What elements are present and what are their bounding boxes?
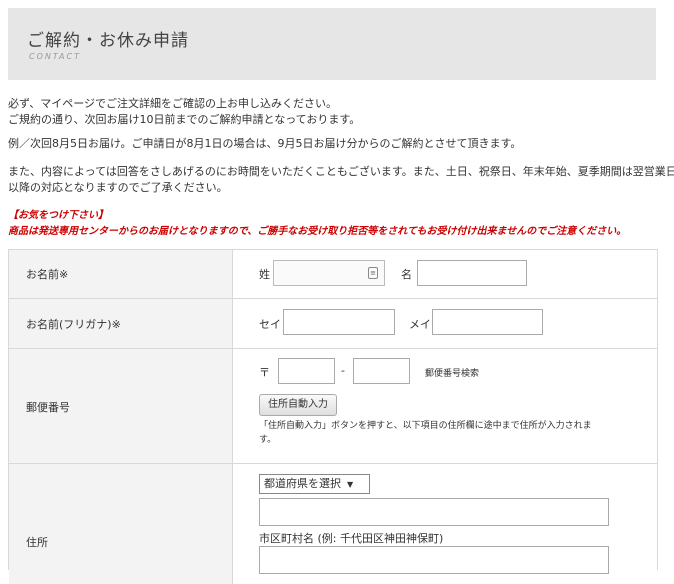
form-field-cell: セイ メイ bbox=[233, 299, 657, 348]
postal-dash: - bbox=[341, 364, 345, 377]
intro-line: ご規約の通り、次回お届け10日前までのご解約申請となっております。 bbox=[8, 113, 361, 126]
notice-text: 商品は発送専用センターからのお届けとなりますので、ご勝手なお受け取り拒否等をされ… bbox=[8, 226, 627, 237]
intro-line: また、内容によっては回答をさしあげるのにお時間をいただくこともございます。また、… bbox=[8, 165, 674, 178]
postal-mark: 〒 bbox=[259, 366, 270, 379]
first-name-kana-input[interactable] bbox=[432, 309, 543, 335]
auto-address-button[interactable]: 住所自動入力 bbox=[259, 394, 337, 416]
form-field-cell: 姓 ≡ 名 bbox=[233, 250, 657, 298]
postal-hint-line: 「住所自動入力」ボタンを押すと、以下項目の住所欄に途中まで住所が入力されま bbox=[259, 421, 592, 431]
address-label: 住所 bbox=[26, 536, 48, 549]
postal-hint: 「住所自動入力」ボタンを押すと、以下項目の住所欄に途中まで住所が入力されま す。 bbox=[259, 419, 592, 447]
last-name-kana-input[interactable] bbox=[283, 309, 395, 335]
postal-code-first-input[interactable] bbox=[278, 358, 335, 384]
form-label-cell: お名前(フリガナ)※ bbox=[9, 299, 233, 348]
intro-line: 以降の対応となりますのでご了承ください。 bbox=[8, 181, 228, 194]
prefecture-select-value: 都道府県を選択 bbox=[264, 477, 341, 490]
form-row-address: 住所 都道府県を選択 ▼ 市区町村名 (例: 千代田区神田神保町) bbox=[9, 464, 657, 584]
page-header: ご解約・お休み申請 CONTACT bbox=[8, 8, 656, 80]
sei-kana-label: セイ bbox=[259, 318, 281, 331]
kana-label: お名前(フリガナ)※ bbox=[26, 318, 121, 331]
last-name-input[interactable]: ≡ bbox=[273, 260, 385, 286]
chevron-down-icon: ▼ bbox=[347, 480, 354, 489]
postal-search-link[interactable]: 郵便番号検索 bbox=[425, 366, 479, 379]
intro-paragraph-3: また、内容によっては回答をさしあげるのにお時間をいただくこともございます。また、… bbox=[8, 164, 674, 196]
mei-label: 名 bbox=[401, 268, 412, 281]
postal-hint-line: す。 bbox=[259, 435, 277, 445]
form-row-name: お名前※ 姓 ≡ 名 bbox=[9, 250, 657, 299]
sei-label: 姓 bbox=[259, 268, 270, 281]
contact-form: お名前※ 姓 ≡ 名 お名前(フリガナ)※ セイ メイ 郵便番号 〒 - 郵便番… bbox=[8, 249, 658, 584]
city-label: 市区町村名 (例: 千代田区神田神保町) bbox=[259, 532, 444, 545]
city-input[interactable] bbox=[259, 546, 609, 574]
form-label-cell: 住所 bbox=[9, 464, 233, 584]
postal-code-second-input[interactable] bbox=[353, 358, 410, 384]
form-field-cell: 〒 - 郵便番号検索 住所自動入力 「住所自動入力」ボタンを押すと、以下項目の住… bbox=[233, 349, 657, 463]
page-title: ご解約・お休み申請 bbox=[27, 31, 189, 51]
intro-paragraph-2: 例／次回8月5日お届け。ご申請日が8月1日の場合は、9月5日お届け分からのご解約… bbox=[8, 137, 522, 150]
form-row-postal: 郵便番号 〒 - 郵便番号検索 住所自動入力 「住所自動入力」ボタンを押すと、以… bbox=[9, 349, 657, 464]
first-name-input[interactable] bbox=[417, 260, 527, 286]
form-label-cell: 郵便番号 bbox=[9, 349, 233, 463]
address-line-input[interactable] bbox=[259, 498, 609, 526]
mei-kana-label: メイ bbox=[409, 318, 431, 331]
intro-line: 必ず、マイページでご注文詳細をご確認の上お申し込みください。 bbox=[8, 97, 338, 110]
form-label-cell: お名前※ bbox=[9, 250, 233, 298]
form-field-cell: 都道府県を選択 ▼ 市区町村名 (例: 千代田区神田神保町) bbox=[233, 464, 657, 584]
autofill-icon[interactable]: ≡ bbox=[368, 267, 378, 279]
page-subtitle: CONTACT bbox=[29, 52, 81, 61]
form-row-kana: お名前(フリガナ)※ セイ メイ bbox=[9, 299, 657, 349]
intro-paragraph-1: 必ず、マイページでご注文詳細をご確認の上お申し込みください。 ご規約の通り、次回… bbox=[8, 96, 668, 128]
notice-heading: 【お気をつけ下さい】 bbox=[8, 210, 108, 221]
prefecture-select[interactable]: 都道府県を選択 ▼ bbox=[259, 474, 370, 494]
postal-label: 郵便番号 bbox=[26, 401, 70, 414]
name-label: お名前※ bbox=[26, 268, 69, 281]
